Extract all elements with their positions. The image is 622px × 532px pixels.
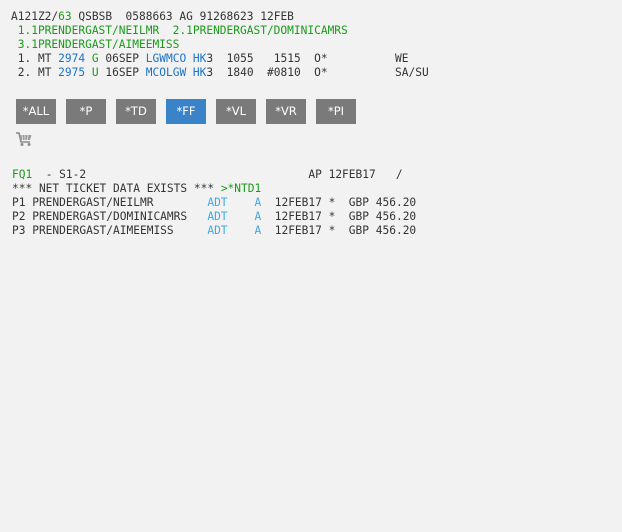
pnr-prefix: A121Z2/ (11, 10, 59, 23)
vr-button[interactable]: *VR (266, 99, 306, 124)
segment-status: HK (186, 52, 207, 65)
passenger-names-line-1[interactable]: 1.1PRENDERGAST/NEILMR 2.1PRENDERGAST/DOM… (11, 24, 348, 38)
fare-quote-info: - S1-2 AP 12FEB17 / (32, 168, 403, 181)
segment-details: 3 1055 1515 O* WE (206, 52, 409, 65)
fare-passenger-row: P1 PRENDERGAST/NEILMR ADT A 12FEB17 * GB… (12, 196, 416, 210)
fare-passenger-name: P3 PRENDERGAST/AIMEEMISS (12, 224, 208, 237)
fare-passenger-name: P1 PRENDERGAST/NEILMR (12, 196, 208, 209)
fare-amount: 12FEB17 * GBP 456.20 (261, 224, 417, 237)
segment-flight-link[interactable]: 2974 (58, 52, 85, 65)
passenger-type-code[interactable]: ADT (207, 210, 227, 223)
segment-carrier: MT (31, 66, 59, 79)
fare-amount: 12FEB17 * GBP 456.20 (261, 196, 417, 209)
pnr-header-line: A121Z2/63 QSBSB 0588663 AG 91268623 12FE… (11, 10, 294, 24)
pnr-header-rest: QSBSB 0588663 AG 91268623 12FEB (71, 10, 294, 23)
passenger-type-code[interactable]: ADT (207, 196, 227, 209)
td-button[interactable]: *TD (116, 99, 156, 124)
ff-button[interactable]: *FF (166, 99, 206, 124)
all-button[interactable]: *ALL (16, 99, 56, 124)
vl-button[interactable]: *VL (216, 99, 256, 124)
shopping-cart-icon[interactable] (15, 131, 33, 147)
fare-passenger-row: P2 PRENDERGAST/DOMINICAMRS ADT A 12FEB17… (12, 210, 416, 224)
segment-status: HK (186, 66, 207, 79)
p-button[interactable]: *P (66, 99, 106, 124)
segment-carrier: MT (31, 52, 59, 65)
segment-row: 1. MT 2974 G 06SEP LGWMCO HK3 1055 1515 … (11, 52, 409, 66)
fare-amount: 12FEB17 * GBP 456.20 (261, 210, 417, 223)
fare-passenger-row: P3 PRENDERGAST/AIMEEMISS ADT A 12FEB17 *… (12, 224, 416, 238)
fare-quote-link[interactable]: FQ1 (12, 168, 32, 181)
pnr-number-link[interactable]: 63 (58, 10, 71, 23)
net-ticket-link[interactable]: >*NTD1 (221, 182, 261, 195)
segment-date: 16SEP (105, 66, 146, 79)
passenger-type-code[interactable]: ADT (207, 224, 227, 237)
pi-button[interactable]: *PI (316, 99, 356, 124)
segment-class: G (85, 52, 106, 65)
segment-details: 3 1840 #0810 O* SA/SU (206, 66, 429, 79)
segment-date: 06SEP (105, 52, 146, 65)
segment-class: U (85, 66, 106, 79)
passenger-names-line-2[interactable]: 3.1PRENDERGAST/AIMEEMISS (11, 38, 180, 52)
fare-quote-header: FQ1 - S1-2 AP 12FEB17 / (12, 168, 403, 182)
segment-route-link[interactable]: LGWMCO (146, 52, 186, 65)
segment-route-link[interactable]: MCOLGW (146, 66, 186, 79)
net-ticket-line: *** NET TICKET DATA EXISTS *** >*NTD1 (12, 182, 261, 196)
segment-flight-link[interactable]: 2975 (58, 66, 85, 79)
segment-number: 2. (11, 66, 32, 79)
segment-number: 1. (11, 52, 32, 65)
net-ticket-text: *** NET TICKET DATA EXISTS *** (12, 182, 221, 195)
fare-passenger-name: P2 PRENDERGAST/DOMINICAMRS (12, 210, 208, 223)
segment-row: 2. MT 2975 U 16SEP MCOLGW HK3 1840 #0810… (11, 66, 429, 80)
